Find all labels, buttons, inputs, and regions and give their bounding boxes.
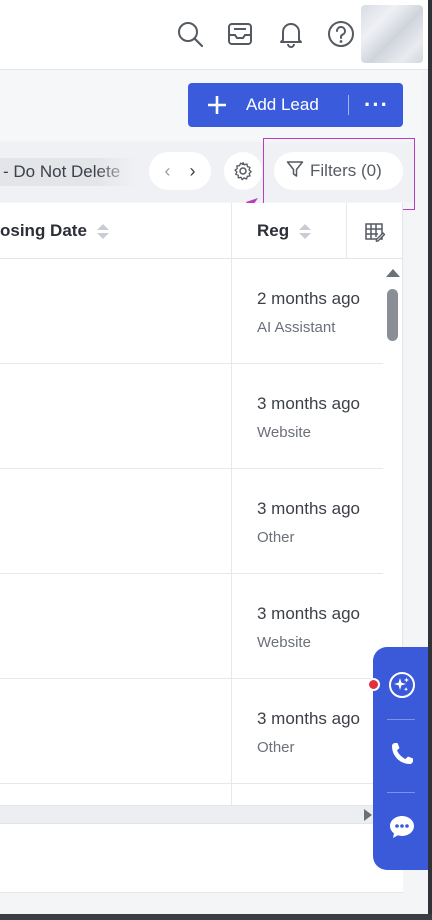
add-lead-label: Add Lead [246,95,319,114]
registered-time: 3 months ago [257,499,361,518]
scroll-right-icon[interactable] [364,809,372,821]
prev-page-button[interactable]: ‹ [165,161,171,182]
column-header-reg[interactable]: Reg [257,203,312,259]
plus-icon [188,83,246,127]
registered-time: 2 months ago [257,289,361,308]
view-fade [96,158,136,186]
lead-source: Other [257,739,295,756]
top-bar [0,0,432,70]
lead-source: Website [257,424,311,441]
column-label: osing Date [0,221,87,240]
help-icon[interactable] [326,17,356,51]
window-edge [0,914,432,920]
table-header: osing Date Reg [0,203,402,259]
registered-time: 3 months ago [257,394,361,413]
scroll-thumb[interactable] [387,289,398,341]
avatar[interactable] [361,5,423,63]
highlight-box [263,138,415,210]
floating-action-panel [373,647,432,870]
header-divider [346,203,347,259]
search-icon[interactable] [175,17,205,51]
notification-dot [367,678,380,691]
table-row[interactable]: 3 months ago Other [0,679,383,784]
sort-icon[interactable] [299,223,312,239]
next-page-button[interactable]: › [190,161,196,182]
sort-icon[interactable] [96,223,109,239]
window-edge [428,0,432,920]
horizontal-scrollbar[interactable] [0,805,380,823]
table-row[interactable]: 3 months ago Website [0,364,383,469]
table-row[interactable]: 3 months ago Website [0,574,383,679]
lead-source: Other [257,529,295,546]
panel-divider [387,792,415,793]
action-bar: Add Lead ··· [0,70,422,140]
scroll-up-icon[interactable] [386,269,400,277]
inbox-icon[interactable] [225,17,255,51]
column-header-closing-date[interactable]: osing Date [0,203,109,259]
lead-source: AI Assistant [257,319,336,336]
panel-divider [387,719,415,720]
table-footer [0,823,403,893]
table-row[interactable]: 3 months ago Other [0,469,383,574]
chat-icon[interactable] [387,812,417,842]
add-lead-button[interactable]: Add Lead ··· [188,83,403,127]
column-settings-icon[interactable] [364,221,386,248]
lead-source: Website [257,634,311,651]
more-options-button[interactable]: ··· [350,83,403,127]
gear-icon[interactable] [224,152,262,190]
button-divider [348,95,349,115]
ai-assistant-icon[interactable] [387,670,417,700]
column-label: Reg [257,221,290,240]
phone-icon[interactable] [387,739,417,769]
bell-icon[interactable] [276,17,306,51]
pagination-control: ‹ › [149,152,211,190]
registered-time: 3 months ago [257,604,361,623]
table-row[interactable]: 2 months ago AI Assistant [0,259,383,364]
registered-time: 3 months ago [257,709,361,728]
table-row[interactable] [0,784,383,805]
leads-table: osing Date Reg 2 months ago AI Assistant… [0,203,403,805]
